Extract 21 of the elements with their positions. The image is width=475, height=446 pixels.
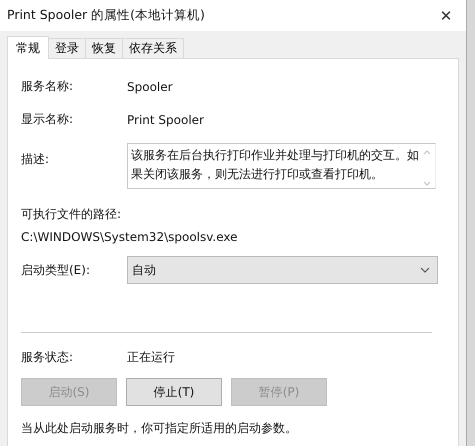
field-label: 描述: [21,151,50,168]
field-value: Spooler [127,80,173,94]
window-title: Print Spooler 的属性(本地计算机) [7,7,205,24]
hint-text: 当从此处启动服务时，你可指定所适用的启动参数。 [21,420,298,437]
field-label: 启动类型(E): [21,262,91,278]
field-label: 可执行文件的路径: [21,206,122,223]
field-value: Print Spooler [127,112,204,126]
path-text: C:\WINDOWS\System32\spoolsv.exe [21,230,239,244]
service-button[interactable]: 停止(T) [126,378,222,406]
tab[interactable]: 常规 [7,36,49,59]
field-label: 显示名称: [21,111,74,128]
tab[interactable]: 依存关系 [122,38,184,58]
description-box[interactable]: 该服务在后台执行打印作业并处理与打印机的交互。如果关闭该服务，则无法进行打印或查看打印机。 [127,143,436,189]
close-button[interactable]: ✕ [426,0,466,30]
field-label: 服务名称: [21,78,74,95]
description-text: 该服务在后台执行打印作业并处理与打印机的交互。如果关闭该服务，则无法进行打印或查看打印机。 [131,147,420,183]
chevron-down-icon [420,267,430,273]
startup-type-dropdown[interactable]: 自动 [127,256,438,284]
field-label: 服务状态: [21,349,74,366]
status-value: 正在运行 [127,349,175,366]
scrollbar-arrows-icon [422,148,432,188]
